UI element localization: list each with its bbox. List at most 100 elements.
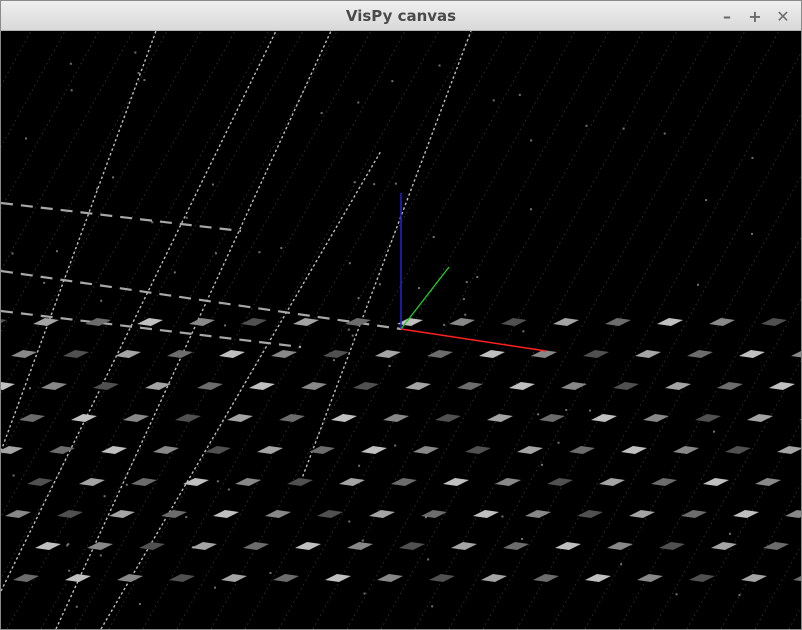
point-tile [635,350,661,358]
faint-grid-lines [1,31,801,629]
point-tile [665,382,691,390]
point-tile [197,382,223,390]
scatter-point [394,444,397,447]
point-tile [377,574,403,582]
scatter-point [103,495,106,498]
scatter-point [25,137,28,140]
point-tile [1,446,23,454]
point-tile [295,542,321,550]
scatter-point [185,216,188,219]
point-tile [517,446,543,454]
scatter-point [622,127,625,130]
point-tile [167,350,193,358]
title-bar[interactable]: VisPy canvas – + ✕ [1,1,801,31]
scatter-point [588,409,591,412]
scatter-point [211,183,214,186]
scatter-point [565,408,568,411]
scatter-point [518,93,521,96]
close-icon[interactable]: ✕ [771,1,795,31]
faint-grid-line [1,31,32,87]
point-tile [1,382,15,390]
scene-view[interactable] [1,31,801,629]
scatter-point [738,594,741,597]
point-tile [375,350,401,358]
maximize-icon[interactable]: + [743,1,767,31]
point-tile [577,510,603,518]
point-tile [421,510,447,518]
point-tile [755,478,781,486]
point-tile [87,542,113,550]
point-tiles [1,318,801,582]
point-tile [429,574,455,582]
point-tile [443,478,469,486]
scatter-point [125,483,128,486]
point-tile [293,318,319,326]
point-tile [257,446,283,454]
point-tile [711,542,737,550]
point-tile [501,318,527,326]
scatter-point [432,236,435,239]
scatter-point [620,563,623,566]
point-tile [309,446,335,454]
scatter-point [70,89,73,92]
scatter-point [361,539,364,542]
scatter-point [99,554,102,557]
faint-grid-line [1,31,270,518]
scatter-point [751,232,754,235]
point-tile [561,382,587,390]
scatter-point [557,441,560,444]
point-tile [413,446,439,454]
point-tile [687,350,713,358]
scatter-point [134,51,137,54]
faint-grid-line [210,31,542,629]
point-tile [391,478,417,486]
point-tile [249,382,275,390]
point-tile [569,446,595,454]
scatter-point [185,516,188,519]
point-tile [777,446,801,454]
scatter-point [530,208,533,211]
point-line [1,31,157,452]
faint-grid-line [108,31,440,629]
faint-grid-line [584,236,801,629]
point-tile [287,478,313,486]
point-tile [607,542,633,550]
vispy-canvas[interactable] [1,31,801,629]
scatter-point [96,187,99,190]
scatter-point [351,334,354,337]
faint-grid-line [1,31,66,148]
point-row [1,201,242,233]
point-tile [457,382,483,390]
point-tile [265,510,291,518]
faint-grid-line [1,31,236,456]
point-tile [761,318,787,326]
scatter-point [501,515,504,518]
window-title: VisPy canvas [345,7,457,25]
point-tile [153,446,179,454]
scatter-points [11,51,754,608]
point-tile [427,350,453,358]
faint-grid-line [618,298,801,629]
scatter-point [585,124,588,127]
point-tile [703,478,729,486]
point-tile [793,576,801,582]
scatter-point [137,71,140,74]
point-tile [695,414,721,422]
y-axis [400,266,450,330]
scatter-point [143,79,146,82]
point-tile [637,574,663,582]
minimize-icon[interactable]: – [715,1,739,31]
point-tile [65,574,91,582]
scatter-point [357,297,360,300]
scatter-point [258,251,261,254]
scatter-point [224,324,227,327]
scatter-point [751,156,754,159]
scatter-point [75,605,78,608]
scatter-point [443,323,446,326]
scatter-point [227,488,230,491]
point-tile [369,510,395,518]
scatter-point [476,275,479,278]
scatter-point [728,532,731,535]
scatter-point [597,416,600,419]
point-tile [651,478,677,486]
